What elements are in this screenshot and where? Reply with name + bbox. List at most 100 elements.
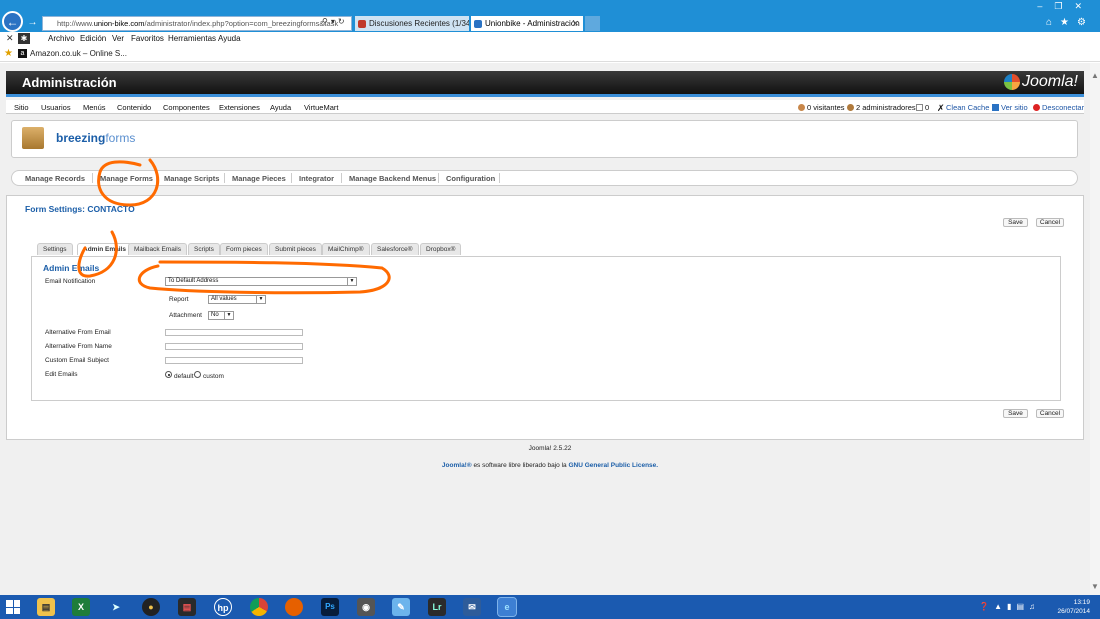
tab-salesforce[interactable]: Salesforce® [371,243,419,255]
game-app-icon[interactable]: ▤ [178,598,196,616]
tab-mailback-emails[interactable]: Mailback Emails [128,243,187,255]
new-tab-button[interactable] [585,16,600,31]
menu-ver[interactable]: Ver [112,34,124,43]
report-select[interactable]: All values ▼ [208,295,266,304]
system-tray-icons[interactable]: ❓▲▮▤♫ [979,602,1040,611]
clean-cache-link[interactable]: ✗Clean Cache [937,103,989,113]
favorite-link-amazon[interactable]: Amazon.co.uk – Online S... [30,49,127,58]
admin-menu-menus[interactable]: Menús [83,103,106,112]
alt-from-name-input[interactable] [165,343,303,350]
tab-admin-emails[interactable]: Admin Emails [77,243,132,255]
file-explorer-icon[interactable]: ▤ [37,598,55,616]
back-arrow-icon[interactable]: ← [2,11,23,32]
excel-icon[interactable]: X [72,598,90,616]
camera-app-icon[interactable]: ◉ [357,598,375,616]
internet-explorer-icon[interactable]: e [497,597,517,617]
notes-app-icon[interactable]: ✎ [392,598,410,616]
menu-edicion[interactable]: Edición [80,34,106,43]
logout-link[interactable]: Desconectar [1033,103,1084,112]
photoshop-icon[interactable]: Ps [321,598,339,616]
submenu-manage-records[interactable]: Manage Records [25,174,85,183]
menu-herramientas[interactable]: Herramientas [168,34,216,43]
status-admins: 2 administradores [847,103,916,112]
radio-default[interactable] [165,371,172,378]
hp-icon[interactable]: hp [214,598,232,616]
page-title: Form Settings: CONTACTO [25,204,135,214]
media-app-icon[interactable]: ● [142,598,160,616]
submenu-manage-scripts[interactable]: Manage Scripts [164,174,219,183]
menu-archivo[interactable]: Archivo [48,34,75,43]
tab-settings[interactable]: Settings [37,243,73,255]
breezingforms-logo: breezingforms [56,131,135,145]
menu-ayuda[interactable]: Ayuda [218,34,241,43]
submenu-manage-forms[interactable]: Manage Forms [100,174,153,183]
custom-subject-label: Custom Email Subject [45,357,109,364]
custom-subject-input[interactable] [165,357,303,364]
vpn-app-icon[interactable]: ➤ [107,598,125,616]
taskbar: ▤ X ➤ ● ▤ hp Ps ◉ ✎ Lr ✉ e ❓▲▮▤♫ 13:19 2… [0,595,1100,619]
joomla-link[interactable]: Joomla!® [442,462,472,469]
chrome-icon[interactable] [250,598,268,616]
admin-menu: Sitio Usuarios Menús Contenido Component… [6,100,1084,114]
clock[interactable]: 13:19 26/07/2014 [1057,598,1090,616]
users-icon [798,104,805,111]
email-notification-select[interactable]: To Default Address ▼ [165,277,357,286]
thunderbird-icon[interactable]: ✉ [463,598,481,616]
submenu-integrator[interactable]: Integrator [299,174,334,183]
forward-arrow-icon[interactable]: → [26,16,39,29]
admin-menu-usuarios[interactable]: Usuarios [41,103,71,112]
submenu-configuration[interactable]: Configuration [446,174,495,183]
license-text: es software libre liberado bajo la [471,462,569,469]
address-bar-icons[interactable]: ⚲▾↻ [322,17,348,26]
tab-scripts[interactable]: Scripts [188,243,220,255]
scroll-down-icon[interactable]: ▼ [1091,582,1099,591]
tab-form-pieces[interactable]: Form pieces [220,243,268,255]
report-label: Report [169,296,189,303]
radio-custom[interactable] [194,371,201,378]
attachment-value: No [211,312,219,318]
admin-menu-sitio[interactable]: Sitio [14,103,29,112]
submenu-separator [499,173,500,183]
scroll-up-icon[interactable]: ▲ [1091,71,1099,80]
window-controls[interactable]: –❐✕ [1037,1,1094,12]
admin-menu-extensiones[interactable]: Extensiones [219,103,260,112]
address-bar[interactable]: http://www.union-bike.com/administrator/… [42,16,352,31]
admin-menu-contenido[interactable]: Contenido [117,103,151,112]
browser-toolbar-icons[interactable]: ⌂★⚙ [1046,17,1094,28]
gpl-link[interactable]: GNU General Public License. [568,462,658,469]
browser-tab-unionbike[interactable]: Unionbike - Administración ✕ [471,16,583,31]
attachment-select[interactable]: No ▼ [208,311,234,320]
admin-menu-virtuemart[interactable]: VirtueMart [304,103,338,112]
radio-default-label: default [174,373,194,380]
cancel-button-top[interactable]: Cancel [1036,218,1064,227]
tab-mailchimp[interactable]: MailChimp® [322,243,370,255]
tab-dropbox[interactable]: Dropbox® [420,243,462,255]
firefox-icon[interactable] [285,598,303,616]
tab-submit-pieces[interactable]: Submit pieces [269,243,322,255]
menu-favoritos[interactable]: Favoritos [131,34,164,43]
cancel-button-bottom[interactable]: Cancel [1036,409,1064,418]
joomla-logo: Joomla! [1003,73,1078,91]
windows-start-icon[interactable] [6,600,20,614]
save-button-bottom[interactable]: Save [1003,409,1028,418]
component-header: breezingforms [11,120,1078,158]
alt-from-email-input[interactable] [165,329,303,336]
radio-custom-label: custom [203,373,224,380]
browser-tab-discusiones[interactable]: Discusiones Recientes (1/34) - ... [355,16,469,31]
admin-emails-panel: Admin Emails Email Notification To Defau… [31,256,1061,401]
status-messages[interactable]: 0 [916,103,929,112]
vertical-scrollbar[interactable]: ▲ ▼ [1090,63,1100,595]
favorites-star-icon[interactable]: ★ [4,48,13,59]
admin-menu-componentes[interactable]: Componentes [163,103,210,112]
close-tab-icon[interactable]: ✕ [572,16,579,31]
view-site-link[interactable]: Ver sitio [992,103,1028,112]
mail-icon [916,104,923,111]
admin-menu-ayuda[interactable]: Ayuda [270,103,291,112]
favorites-bar: ★ a Amazon.co.uk – Online S... [0,46,1100,62]
lightroom-icon[interactable]: Lr [428,598,446,616]
submenu-manage-backend-menus[interactable]: Manage Backend Menus [349,174,436,183]
submenu-manage-pieces[interactable]: Manage Pieces [232,174,286,183]
save-button-top[interactable]: Save [1003,218,1028,227]
browser-titlebar: ← → http://www.union-bike.com/administra… [0,0,1100,32]
close-icon[interactable]: ✕ [6,33,14,44]
